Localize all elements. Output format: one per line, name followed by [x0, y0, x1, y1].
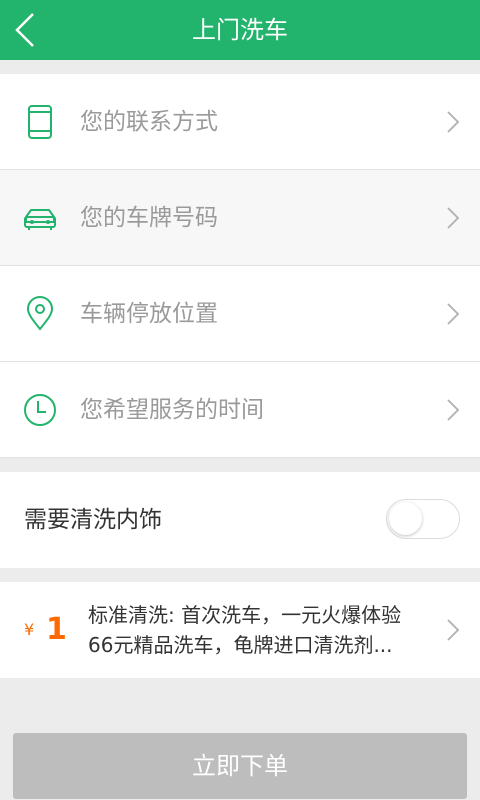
service-time-row[interactable]: 您希望服务的时间 — [0, 362, 480, 458]
package-row[interactable]: ¥ 1 标准清洗: 首次洗车，一元火爆体验 66元精品洗车，龟牌进口清洗剂... — [0, 582, 480, 678]
currency-symbol: ¥ — [24, 620, 35, 639]
chevron-right-icon — [447, 399, 460, 421]
interior-cleaning-toggle[interactable] — [386, 499, 460, 539]
chevron-right-icon — [447, 207, 460, 229]
package-description: 标准清洗: 首次洗车，一元火爆体验 66元精品洗车，龟牌进口清洗剂... — [88, 600, 428, 660]
package-description-line2: 66元精品洗车，龟牌进口清洗剂... — [88, 633, 393, 657]
clock-icon — [24, 394, 56, 426]
package-description-line1: 标准清洗: 首次洗车，一元火爆体验 — [88, 603, 402, 627]
parking-location-label: 车辆停放位置 — [80, 301, 218, 327]
order-now-button[interactable]: 立即下单 — [13, 733, 467, 799]
chevron-right-icon — [447, 303, 460, 325]
license-plate-row[interactable]: 您的车牌号码 — [0, 170, 480, 266]
phone-icon — [28, 105, 52, 139]
chevron-right-icon — [447, 619, 460, 641]
package-price: 1 — [46, 612, 67, 647]
chevron-right-icon — [447, 111, 460, 133]
app-header: 上门洗车 — [0, 0, 480, 60]
contact-info-row[interactable]: 您的联系方式 — [0, 74, 480, 170]
contact-info-label: 您的联系方式 — [80, 109, 218, 135]
car-icon — [24, 209, 56, 230]
interior-cleaning-label: 需要清洗内饰 — [24, 507, 162, 533]
service-time-label: 您希望服务的时间 — [80, 397, 264, 423]
license-plate-label: 您的车牌号码 — [80, 205, 218, 231]
toggle-knob — [389, 502, 422, 535]
page-title: 上门洗车 — [192, 16, 288, 44]
location-pin-icon — [26, 296, 54, 331]
form-list: 您的联系方式 您的车牌号码 车辆停放位置 您希望服务的时间 — [0, 74, 480, 458]
parking-location-row[interactable]: 车辆停放位置 — [0, 266, 480, 362]
